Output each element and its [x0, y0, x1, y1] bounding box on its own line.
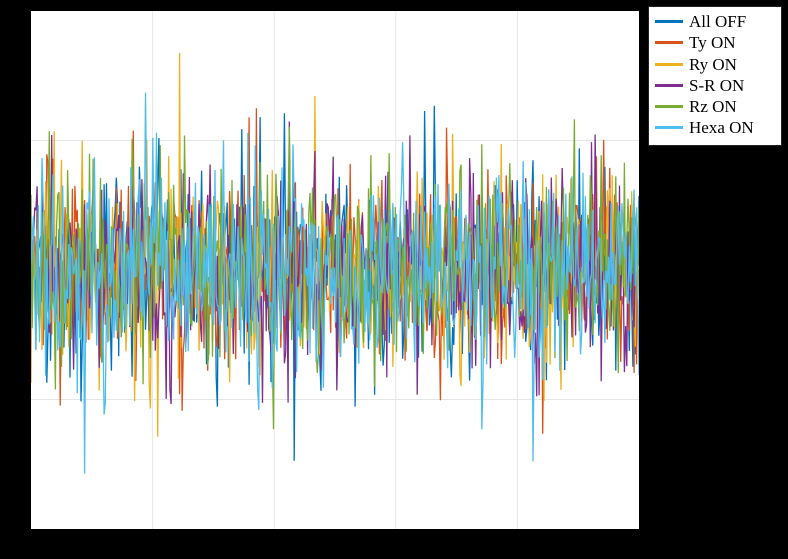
legend-label: S-R ON — [689, 75, 744, 96]
legend-swatch — [655, 105, 683, 108]
legend-swatch — [655, 126, 683, 129]
legend-item-0: All OFF — [655, 11, 775, 32]
legend-item-5: Hexa ON — [655, 117, 775, 138]
legend-item-2: Ry ON — [655, 54, 775, 75]
legend-swatch — [655, 84, 683, 87]
legend-swatch — [655, 41, 683, 44]
chart-figure: All OFFTy ONRy ONS-R ONRz ONHexa ON — [0, 0, 788, 559]
plot-area — [30, 10, 640, 530]
legend-label: Ry ON — [689, 54, 737, 75]
legend-swatch — [655, 20, 683, 23]
legend-item-3: S-R ON — [655, 75, 775, 96]
legend-item-1: Ty ON — [655, 32, 775, 53]
legend-label: Hexa ON — [689, 117, 754, 138]
legend-label: All OFF — [689, 11, 746, 32]
series-layer — [31, 11, 639, 529]
legend-label: Ty ON — [689, 32, 736, 53]
legend-swatch — [655, 63, 683, 66]
legend: All OFFTy ONRy ONS-R ONRz ONHexa ON — [648, 6, 782, 146]
legend-item-4: Rz ON — [655, 96, 775, 117]
legend-label: Rz ON — [689, 96, 737, 117]
